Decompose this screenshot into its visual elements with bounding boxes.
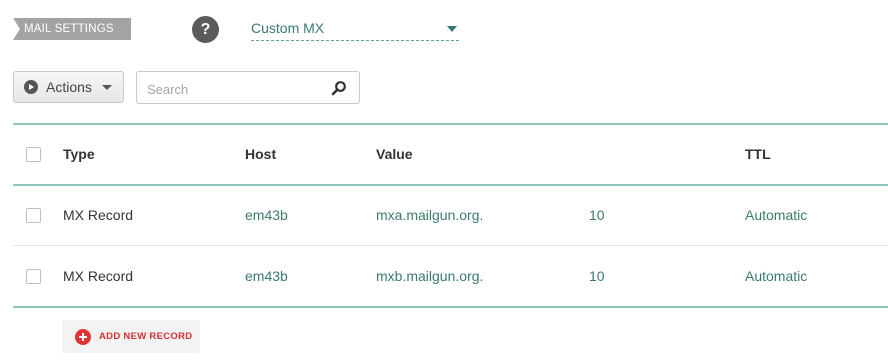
search-icon[interactable] bbox=[331, 80, 347, 96]
header-ttl[interactable]: TTL bbox=[745, 146, 771, 162]
add-new-record-label: ADD NEW RECORD bbox=[99, 331, 193, 342]
add-new-record-button[interactable]: ADD NEW RECORD bbox=[62, 320, 200, 353]
record-value[interactable]: mxb.mailgun.org. bbox=[376, 268, 483, 284]
record-type: MX Record bbox=[63, 207, 134, 223]
table-top-rule bbox=[13, 123, 888, 125]
record-priority[interactable]: 10 bbox=[589, 268, 605, 284]
mail-mode-value: Custom MX bbox=[251, 20, 325, 36]
row-divider bbox=[13, 245, 888, 246]
header-type[interactable]: Type bbox=[63, 146, 95, 162]
chevron-down-icon bbox=[447, 26, 457, 32]
row-checkbox[interactable] bbox=[26, 269, 41, 284]
mail-settings-tag: MAIL SETTINGS bbox=[13, 18, 131, 40]
search-box bbox=[136, 71, 360, 104]
record-ttl[interactable]: Automatic bbox=[745, 268, 807, 284]
record-value[interactable]: mxa.mailgun.org. bbox=[376, 207, 483, 223]
table-bottom-rule bbox=[13, 306, 888, 308]
actions-button[interactable]: Actions bbox=[13, 71, 124, 103]
record-type: MX Record bbox=[63, 268, 134, 284]
search-input[interactable] bbox=[145, 79, 319, 99]
plus-circle-icon bbox=[75, 329, 91, 345]
mail-mode-select[interactable]: Custom MX bbox=[251, 17, 459, 41]
row-checkbox[interactable] bbox=[26, 208, 41, 223]
header-host[interactable]: Host bbox=[245, 146, 276, 162]
record-host[interactable]: em43b bbox=[245, 268, 288, 284]
play-icon bbox=[24, 80, 38, 94]
record-ttl[interactable]: Automatic bbox=[745, 207, 807, 223]
record-host[interactable]: em43b bbox=[245, 207, 288, 223]
actions-label: Actions bbox=[46, 79, 92, 95]
table-header-rule bbox=[13, 184, 888, 186]
record-priority[interactable]: 10 bbox=[589, 207, 605, 223]
select-all-checkbox[interactable] bbox=[26, 147, 41, 162]
caret-down-icon bbox=[102, 85, 112, 90]
header-value[interactable]: Value bbox=[376, 146, 413, 162]
help-icon[interactable]: ? bbox=[192, 16, 219, 43]
